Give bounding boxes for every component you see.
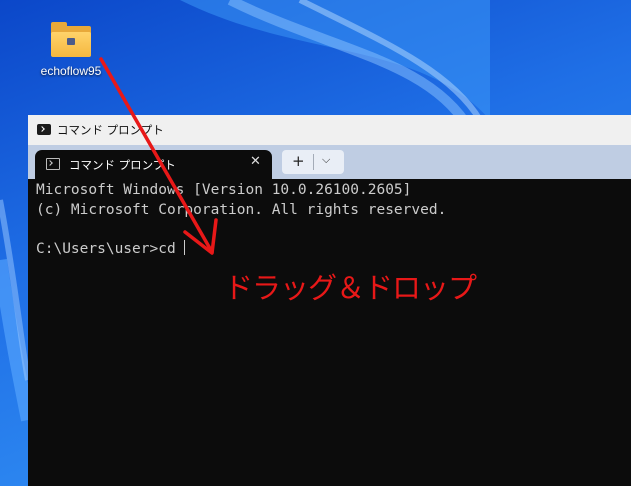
title-bar[interactable]: コマンド プロンプト — [28, 115, 631, 145]
console-output[interactable]: Microsoft Windows [Version 10.0.26100.26… — [36, 181, 446, 259]
folder-icon — [49, 22, 93, 58]
close-tab-icon[interactable]: ✕ — [250, 154, 261, 169]
chevron-down-icon[interactable]: ⌵ — [322, 153, 330, 167]
annotation-text: ドラッグ＆ドロップ — [224, 271, 477, 305]
console-prompt: C:\Users\user>cd — [36, 240, 176, 257]
desktop-icon-label: echoflow95 — [40, 64, 102, 78]
terminal-app-icon — [37, 124, 51, 135]
desktop-folder-icon[interactable]: echoflow95 — [38, 22, 104, 78]
new-tab-button-group: + ⌵ — [282, 150, 344, 174]
new-tab-plus-icon[interactable]: + — [292, 152, 305, 170]
tab-strip: コマンド プロンプト ✕ + ⌵ — [28, 145, 631, 179]
terminal-icon — [46, 158, 60, 170]
divider — [313, 154, 314, 170]
text-cursor — [183, 239, 185, 255]
tab-label: コマンド プロンプト — [69, 158, 176, 172]
console-line: Microsoft Windows [Version 10.0.26100.26… — [36, 182, 412, 198]
window-title: コマンド プロンプト — [57, 123, 164, 137]
tab-command-prompt[interactable]: コマンド プロンプト ✕ — [35, 150, 272, 179]
console-prompt-line: C:\Users\user>cd — [36, 239, 446, 260]
console-line: (c) Microsoft Corporation. All rights re… — [36, 201, 447, 218]
